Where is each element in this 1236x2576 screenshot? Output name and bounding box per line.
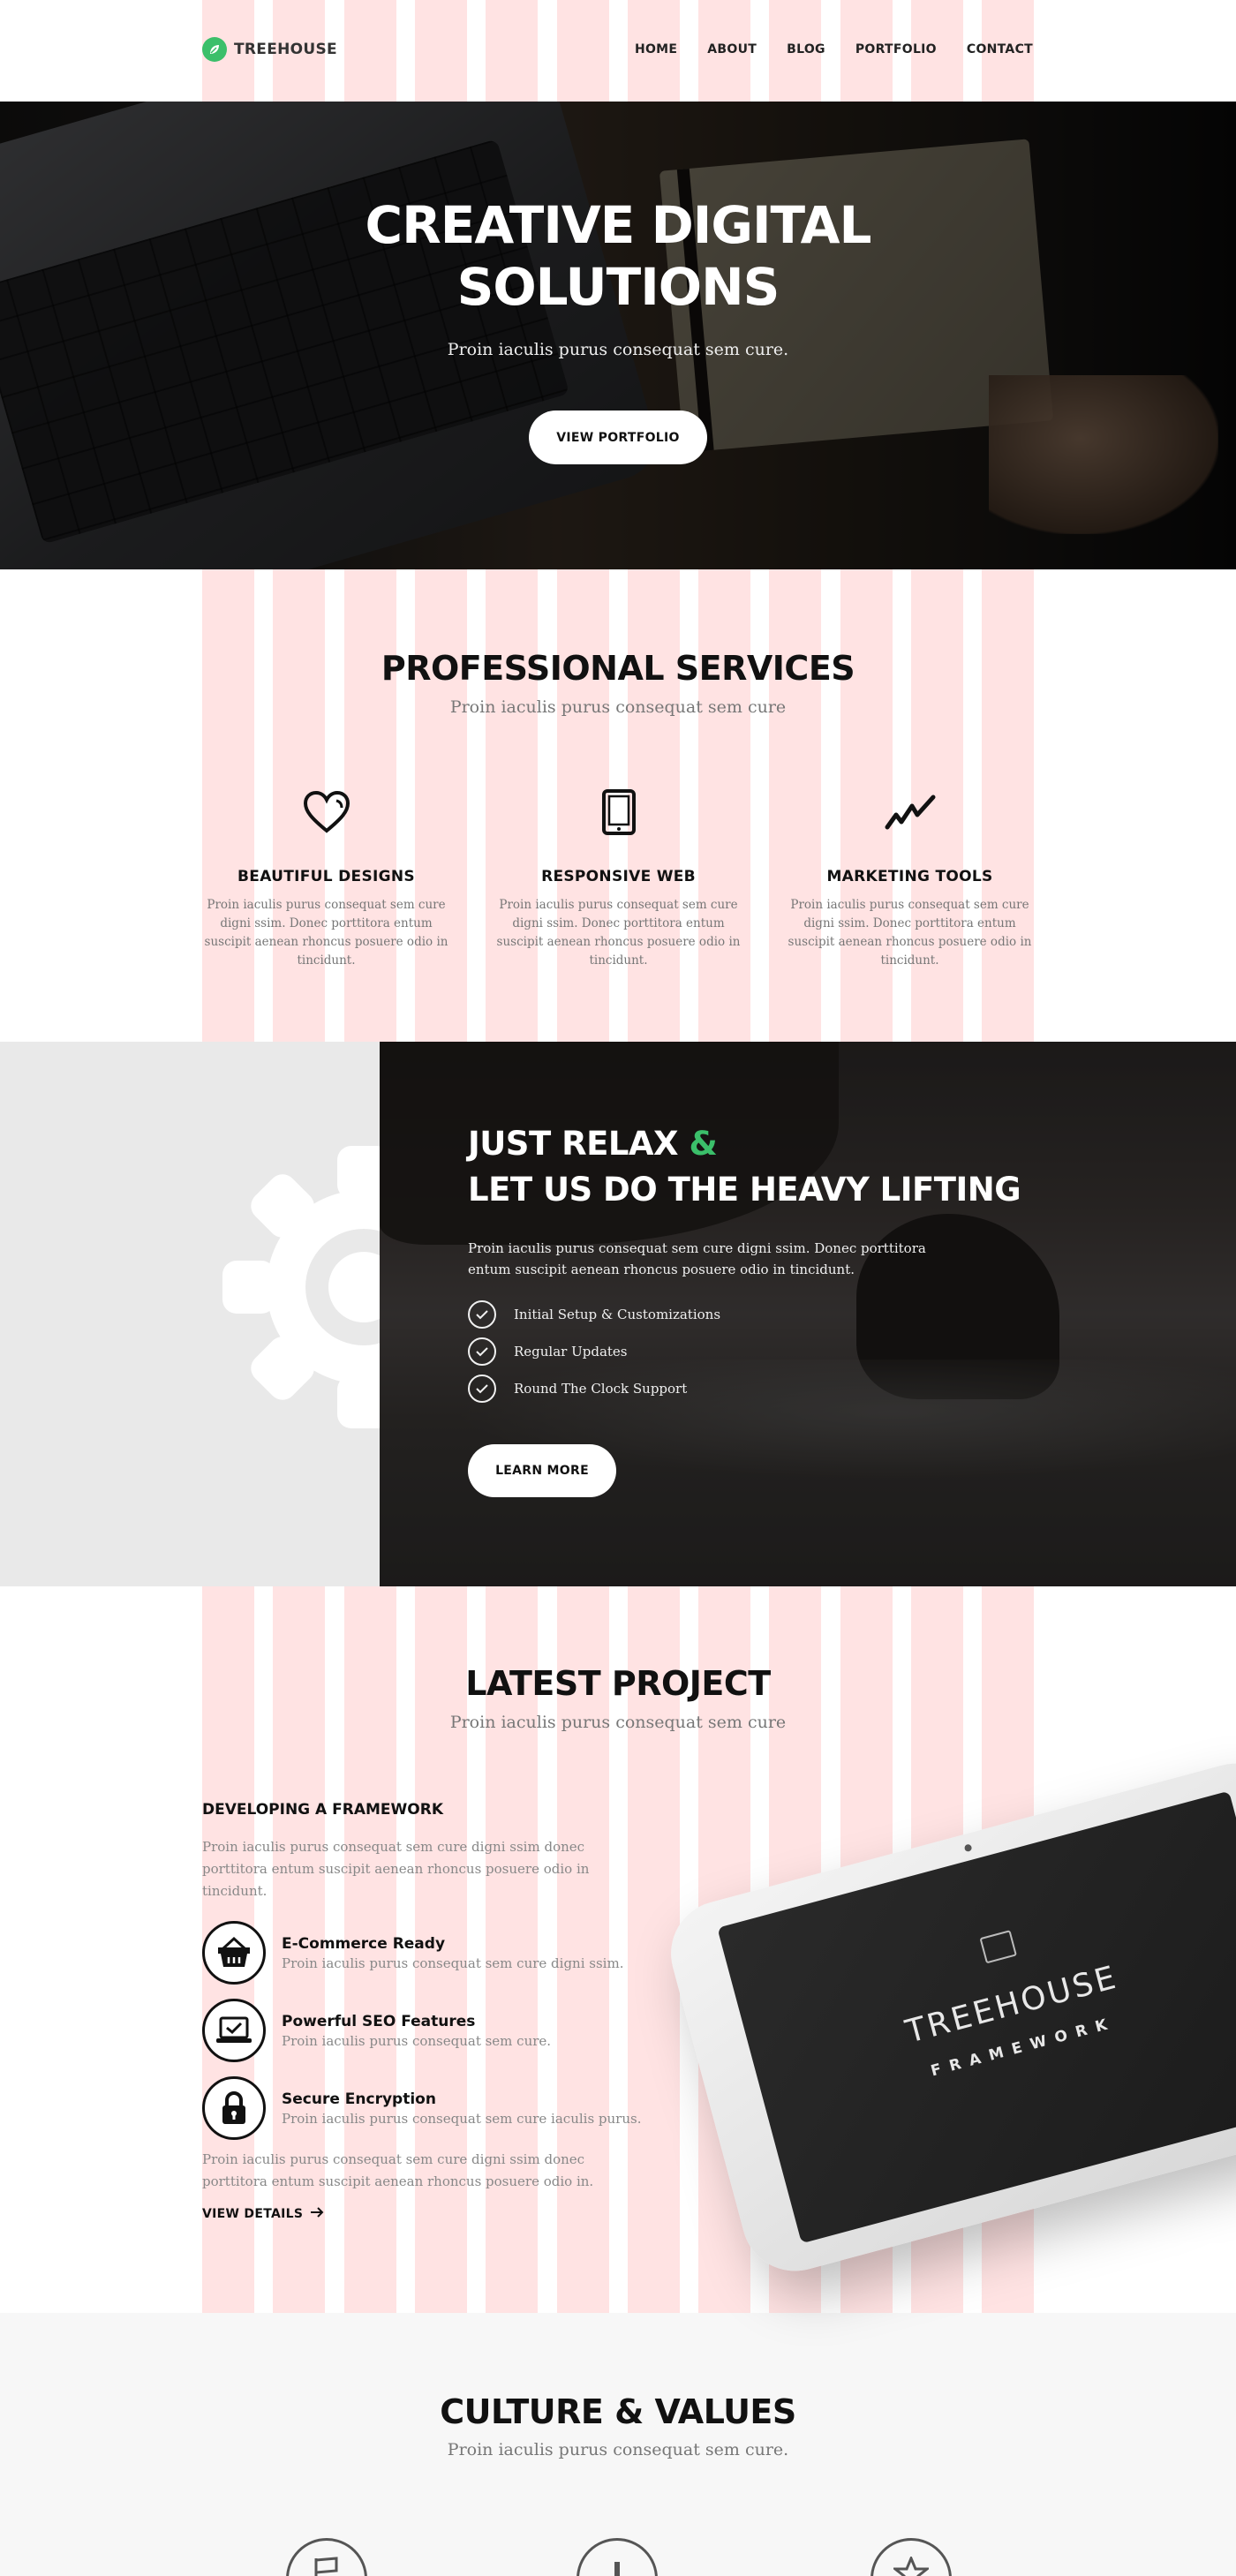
site-header: TREEHOUSE HOME ABOUT BLOG PORTFOLIO CONT… xyxy=(0,0,1236,102)
feature-desc: Proin iaculis purus consequat sem cure d… xyxy=(282,1955,624,1971)
checklist-label: Initial Setup & Customizations xyxy=(514,1307,721,1322)
feature-desc: Proin iaculis purus consequat sem cure. xyxy=(282,2032,552,2049)
nav-home[interactable]: HOME xyxy=(635,42,677,56)
service-marketing-tools: MARKETING TOOLS Proin iaculis purus cons… xyxy=(784,786,1036,970)
hero-section: CREATIVE DIGITAL SOLUTIONS Proin iaculis… xyxy=(0,102,1236,569)
project-text-2: Proin iaculis purus consequat sem cure d… xyxy=(202,2151,594,2189)
list-item: Regular Updates xyxy=(468,1333,720,1370)
check-icon xyxy=(468,1300,496,1329)
tablet-camera xyxy=(963,1843,973,1853)
lock-icon xyxy=(202,2076,266,2140)
service-desc: Proin iaculis purus consequat sem cure d… xyxy=(496,898,741,968)
nav-contact[interactable]: CONTACT xyxy=(967,42,1033,56)
view-details-link[interactable]: VIEW DETAILS xyxy=(202,2207,324,2221)
project-title: LATEST PROJECT xyxy=(465,1664,771,1703)
tablet-icon xyxy=(493,786,744,839)
tablet-mockup-image: TREEHOUSE FRAMEWORK xyxy=(659,1751,1236,2283)
relax-heading-amp: & xyxy=(689,1125,718,1163)
service-desc: Proin iaculis purus consequat sem cure d… xyxy=(204,898,448,968)
project-subtitle: Proin iaculis purus consequat sem cure xyxy=(449,1713,787,1732)
basket-icon xyxy=(202,1921,266,1985)
heart-icon xyxy=(200,786,452,839)
service-title: RESPONSIVE WEB xyxy=(541,868,696,885)
nav-about[interactable]: ABOUT xyxy=(707,42,757,56)
view-portfolio-button[interactable]: VIEW PORTFOLIO xyxy=(529,411,707,464)
hero-subtitle: Proin iaculis purus consequat sem cure. xyxy=(447,340,789,359)
tablet-logo-icon xyxy=(979,1930,1017,1964)
relax-checklist: Initial Setup & Customizations Regular U… xyxy=(468,1296,720,1407)
hero-title-line2: SOLUTIONS xyxy=(456,257,780,317)
culture-title: CULTURE & VALUES xyxy=(440,2392,796,2431)
hero-title: CREATIVE DIGITAL SOLUTIONS xyxy=(0,194,1236,318)
list-item: Initial Setup & Customizations xyxy=(468,1296,720,1333)
list-item: Round The Clock Support xyxy=(468,1370,720,1407)
service-beautiful-designs: BEAUTIFUL DESIGNS Proin iaculis purus co… xyxy=(200,786,452,970)
service-title: BEAUTIFUL DESIGNS xyxy=(237,868,415,885)
arrow-right-icon xyxy=(310,2207,324,2221)
relax-heading-part1: JUST RELAX xyxy=(468,1125,690,1163)
feature-title: Powerful SEO Features xyxy=(282,2012,476,2030)
relax-section: JUST RELAX & LET US DO THE HEAVY LIFTING… xyxy=(0,1042,1236,1586)
check-icon xyxy=(468,1337,496,1366)
relax-grey-panel xyxy=(0,1042,380,1586)
feature-title: Secure Encryption xyxy=(282,2090,436,2108)
nav-blog[interactable]: BLOG xyxy=(787,42,825,56)
view-details-label: VIEW DETAILS xyxy=(202,2207,304,2221)
checklist-label: Regular Updates xyxy=(514,1344,628,1360)
laptop-check-icon xyxy=(202,1999,266,2062)
culture-subtitle: Proin iaculis purus consequat sem cure. xyxy=(447,2440,789,2459)
learn-more-button[interactable]: LEARN MORE xyxy=(468,1444,616,1497)
feature-seo: Powerful SEO Features Proin iaculis puru… xyxy=(202,1999,697,2062)
check-icon xyxy=(468,1375,496,1403)
feature-desc: Proin iaculis purus consequat sem cure i… xyxy=(282,2110,642,2127)
project-text: Proin iaculis purus consequat sem cure d… xyxy=(202,1839,590,1899)
leaf-icon xyxy=(202,37,227,62)
relax-text: Proin iaculis purus consequat sem cure d… xyxy=(468,1240,926,1277)
chart-line-icon xyxy=(784,786,1036,839)
checklist-label: Round The Clock Support xyxy=(514,1381,688,1397)
relax-heading-line2: LET US DO THE HEAVY LIFTING xyxy=(468,1171,1021,1209)
main-nav: HOME ABOUT BLOG PORTFOLIO CONTACT xyxy=(635,42,1033,56)
services-subtitle: Proin iaculis purus consequat sem cure xyxy=(449,697,787,717)
services-title: PROFESSIONAL SERVICES xyxy=(381,649,855,688)
service-title: MARKETING TOOLS xyxy=(826,868,993,885)
hero-title-line1: CREATIVE DIGITAL xyxy=(365,195,872,255)
service-desc: Proin iaculis purus consequat sem cure d… xyxy=(788,898,1032,968)
logo-text: TREEHOUSE xyxy=(234,41,337,58)
nav-portfolio[interactable]: PORTFOLIO xyxy=(855,42,937,56)
project-heading: DEVELOPING A FRAMEWORK xyxy=(202,1801,443,1819)
gear-icon xyxy=(222,1146,380,1428)
logo[interactable]: TREEHOUSE xyxy=(202,37,337,62)
feature-ecommerce: E-Commerce Ready Proin iaculis purus con… xyxy=(202,1921,697,1985)
feature-encryption: Secure Encryption Proin iaculis purus co… xyxy=(202,2076,697,2140)
service-responsive-web: RESPONSIVE WEB Proin iaculis purus conse… xyxy=(493,786,744,970)
feature-title: E-Commerce Ready xyxy=(282,1934,446,1953)
relax-heading: JUST RELAX & LET US DO THE HEAVY LIFTING xyxy=(468,1121,1021,1213)
tablet-screen: TREEHOUSE FRAMEWORK xyxy=(717,1790,1236,2244)
